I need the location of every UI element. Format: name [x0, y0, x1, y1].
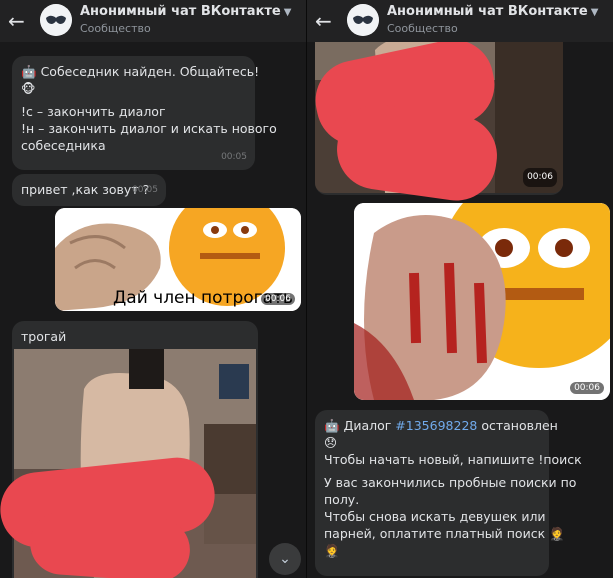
message-time: 00:05	[132, 185, 158, 195]
chat-subtitle: Сообщество	[80, 22, 151, 35]
chevron-down-icon[interactable]: ▼	[591, 7, 599, 18]
video-duration: 00:06	[523, 168, 557, 187]
message-text: остановлен	[477, 418, 558, 433]
redaction-overlay	[27, 509, 193, 578]
message-text: полу.	[324, 492, 360, 507]
message-text: собеседника	[21, 138, 106, 153]
chat-title[interactable]: Анонимный чат ВКонтакте ▼	[387, 4, 598, 19]
scroll-down-button[interactable]: ⌄	[269, 543, 301, 575]
sticker-video[interactable]: Дай член потрогать 00:06	[55, 208, 301, 311]
person-emoji-icon: 🤵	[324, 543, 340, 558]
robot-emoji-icon: 🤖	[21, 64, 37, 79]
community-avatar[interactable]	[347, 4, 379, 36]
left-chat-screenshot: ← Анонимный чат ВКонтакте ▼ Сообщество 🤖 …	[0, 0, 306, 578]
video-duration: 00:06	[261, 293, 295, 305]
community-avatar[interactable]	[40, 4, 72, 36]
message-text: Диалог	[343, 418, 396, 433]
chat-header: ← Анонимный чат ВКонтакте ▼ Сообщество	[0, 0, 306, 42]
message-text: трогай	[21, 329, 67, 344]
chat-subtitle: Сообщество	[387, 22, 458, 35]
message-text: Чтобы снова искать девушек или	[324, 509, 546, 524]
message-bubble-dialog-stopped[interactable]: 🤖 Диалог #135698228 остановлен 😞 Чтобы н…	[315, 410, 582, 576]
message-bubble-hello[interactable]: привет ,как зовут ? 00:05	[12, 174, 166, 206]
chat-header: ← Анонимный чат ВКонтакте ▼ Сообщество	[307, 0, 613, 42]
sad-emoji-icon: 😞	[324, 435, 338, 450]
message-bubble-partner-found[interactable]: 🤖 Собеседник найден. Общайтесь! 🐵 !с – з…	[12, 56, 277, 170]
message-text: У вас закончились пробные поиски по	[324, 475, 577, 490]
dialog-link[interactable]: #135698228	[395, 418, 477, 433]
person-emoji-icon: 🤵	[549, 526, 565, 541]
message-text: Чтобы начать новый, напишите !поиск	[324, 452, 582, 467]
back-arrow-icon[interactable]: ←	[8, 9, 25, 33]
video-duration: 00:06	[570, 382, 604, 394]
message-text: Собеседник найден. Общайтесь!	[40, 64, 260, 79]
message-text: парней, оплатите платный поиск	[324, 526, 546, 541]
chat-title[interactable]: Анонимный чат ВКонтакте ▼	[80, 4, 291, 19]
chevron-down-icon: ⌄	[279, 551, 291, 567]
message-time: 00:05	[221, 152, 247, 162]
monkey-emoji-icon: 🐵	[21, 81, 36, 96]
sticker-video[interactable]: 00:06	[354, 203, 610, 400]
back-arrow-icon[interactable]: ←	[315, 9, 332, 33]
message-text: !с – закончить диалог	[21, 104, 166, 119]
robot-emoji-icon: 🤖	[324, 418, 340, 433]
message-text: !н – закончить диалог и искать нового	[21, 121, 277, 136]
right-chat-screenshot: ← Анонимный чат ВКонтакте ▼ Сообщество 00…	[307, 0, 613, 578]
emoji-bloody-fist-image	[354, 203, 610, 400]
chevron-down-icon[interactable]: ▼	[284, 7, 292, 18]
